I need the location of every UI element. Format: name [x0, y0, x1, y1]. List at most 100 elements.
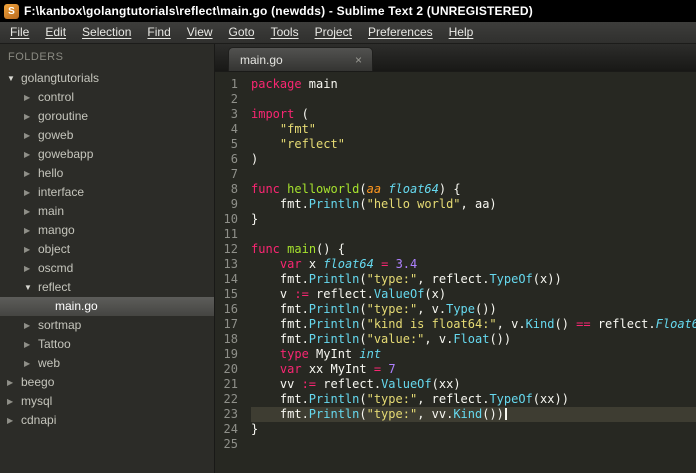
- code-line-1[interactable]: 1 package main: [215, 77, 696, 92]
- menu-file[interactable]: File: [2, 22, 37, 43]
- disclosure-open-icon[interactable]: ▼: [24, 278, 38, 297]
- titlebar[interactable]: S F:\kanbox\golangtutorials\reflect\main…: [0, 0, 696, 22]
- tab-close-icon[interactable]: ×: [353, 53, 364, 67]
- disclosure-closed-icon[interactable]: ▶: [24, 240, 38, 259]
- menu-view[interactable]: View: [179, 22, 221, 43]
- code-line-9[interactable]: 9 fmt.Println("hello world", aa): [215, 197, 696, 212]
- tree-item-label: goroutine: [38, 109, 89, 123]
- disclosure-closed-icon[interactable]: ▶: [24, 145, 38, 164]
- code-line-18[interactable]: 18 fmt.Println("value:", v.Float()): [215, 332, 696, 347]
- disclosure-closed-icon[interactable]: ▶: [24, 354, 38, 373]
- line-number: 22: [223, 392, 238, 406]
- disclosure-open-icon[interactable]: ▼: [7, 69, 21, 88]
- code-line-15[interactable]: 15 v := reflect.ValueOf(x): [215, 287, 696, 302]
- tree-item-oscmd[interactable]: ▶ oscmd: [0, 259, 214, 278]
- tree-item-goroutine[interactable]: ▶ goroutine: [0, 107, 214, 126]
- tree-item-label: beego: [21, 375, 55, 389]
- code-line-11[interactable]: 11: [215, 227, 696, 242]
- tree-item-label: control: [38, 90, 75, 104]
- tree-item-hello[interactable]: ▶ hello: [0, 164, 214, 183]
- line-number: 18: [223, 332, 238, 346]
- disclosure-closed-icon[interactable]: ▶: [7, 392, 21, 411]
- tree-item-beego[interactable]: ▶ beego: [0, 373, 214, 392]
- code-line-12[interactable]: 12 func main() {: [215, 242, 696, 257]
- menu-find[interactable]: Find: [139, 22, 178, 43]
- tree-item-label: main: [38, 204, 65, 218]
- tree-item-main[interactable]: ▶ main: [0, 202, 214, 221]
- code-line-10[interactable]: 10}: [215, 212, 696, 227]
- tree-item-label: Tattoo: [38, 337, 71, 351]
- tree-item-golangtutorials[interactable]: ▼ golangtutorials: [0, 69, 214, 88]
- disclosure-closed-icon[interactable]: ▶: [24, 202, 38, 221]
- tree-item-label: cdnapi: [21, 413, 57, 427]
- tree-item-label: golangtutorials: [21, 71, 100, 85]
- code-text: var x float64 = 3.4: [279, 257, 418, 271]
- code-line-5[interactable]: 5 "reflect": [215, 137, 696, 152]
- line-number: 25: [223, 437, 238, 451]
- menubar: File Edit Selection Find View Goto Tools Projec…: [0, 22, 696, 44]
- code-line-4[interactable]: 4 "fmt": [215, 122, 696, 137]
- tree-item-mysql[interactable]: ▶ mysql: [0, 392, 214, 411]
- tree-item-cdnapi[interactable]: ▶ cdnapi: [0, 411, 214, 430]
- code-line-13[interactable]: 13 var x float64 = 3.4: [215, 257, 696, 272]
- disclosure-closed-icon[interactable]: ▶: [24, 107, 38, 126]
- code-line-25[interactable]: 25: [215, 437, 696, 452]
- disclosure-closed-icon[interactable]: ▶: [7, 373, 21, 392]
- code-line-24[interactable]: 24}: [215, 422, 696, 437]
- code-line-20[interactable]: 20 var xx MyInt = 7: [215, 362, 696, 377]
- disclosure-closed-icon[interactable]: ▶: [7, 411, 21, 430]
- code-line-14[interactable]: 14 fmt.Println("type:", reflect.TypeOf(x…: [215, 272, 696, 287]
- tree-item-main.go[interactable]: main.go: [0, 297, 214, 316]
- tree-item-control[interactable]: ▶ control: [0, 88, 214, 107]
- menu-help[interactable]: Help: [441, 22, 482, 43]
- menu-goto[interactable]: Goto: [221, 22, 263, 43]
- code-line-3[interactable]: 3 import (: [215, 107, 696, 122]
- code-line-7[interactable]: 7: [215, 167, 696, 182]
- code-editor[interactable]: 1 package main 2 3 import (4 "fmt" 5 "reflect…: [215, 72, 696, 473]
- folders-header: FOLDERS: [8, 51, 64, 63]
- disclosure-closed-icon[interactable]: ▶: [24, 316, 38, 335]
- code-line-21[interactable]: 21 vv := reflect.ValueOf(xx): [215, 377, 696, 392]
- sublime-text-window: S F:\kanbox\golangtutorials\reflect\main…: [0, 0, 696, 473]
- tree-item-goweb[interactable]: ▶ goweb: [0, 126, 214, 145]
- line-number: 3: [230, 107, 238, 121]
- menu-edit[interactable]: Edit: [37, 22, 74, 43]
- tab-label: main.go: [240, 52, 283, 67]
- code-text: func helloworld(aa float64) {: [251, 182, 461, 196]
- menu-tools[interactable]: Tools: [263, 22, 307, 43]
- tree-item-gowebapp[interactable]: ▶ gowebapp: [0, 145, 214, 164]
- disclosure-closed-icon[interactable]: ▶: [24, 164, 38, 183]
- disclosure-closed-icon[interactable]: ▶: [24, 259, 38, 278]
- code-line-17[interactable]: 17 fmt.Println("kind is float64:", v.Kin…: [215, 317, 696, 332]
- tree-item-object[interactable]: ▶ object: [0, 240, 214, 259]
- tree-item-web[interactable]: ▶ web: [0, 354, 214, 373]
- disclosure-closed-icon[interactable]: ▶: [24, 126, 38, 145]
- tree-item-label: hello: [38, 166, 64, 180]
- tree-item-reflect[interactable]: ▼ reflect: [0, 278, 214, 297]
- code-line-19[interactable]: 19 type MyInt int: [215, 347, 696, 362]
- tree-item-sortmap[interactable]: ▶ sortmap: [0, 316, 214, 335]
- sublime-text-icon[interactable]: S: [4, 3, 19, 19]
- disclosure-closed-icon[interactable]: ▶: [24, 88, 38, 107]
- tab-main-go[interactable]: main.go ×: [228, 47, 373, 71]
- menu-project[interactable]: Project: [307, 22, 360, 43]
- disclosure-closed-icon[interactable]: ▶: [24, 335, 38, 354]
- code-line-16[interactable]: 16 fmt.Println("type:", v.Type()): [215, 302, 696, 317]
- line-number: 13: [223, 257, 238, 271]
- disclosure-closed-icon[interactable]: ▶: [24, 183, 38, 202]
- tree-item-Tattoo[interactable]: ▶ Tattoo: [0, 335, 214, 354]
- menu-preferences[interactable]: Preferences: [360, 22, 441, 43]
- code-line-23[interactable]: 23 fmt.Println("type:", vv.Kind()): [215, 407, 696, 422]
- code-line-6[interactable]: 6): [215, 152, 696, 167]
- editor-pane: main.go × 1 package main 2 3 import (4 "fmt"…: [215, 44, 696, 473]
- disclosure-closed-icon[interactable]: ▶: [24, 221, 38, 240]
- menu-selection[interactable]: Selection: [74, 22, 139, 43]
- code-line-2[interactable]: 2: [215, 92, 696, 107]
- code-line-22[interactable]: 22 fmt.Println("type:", reflect.TypeOf(x…: [215, 392, 696, 407]
- tree-item-interface[interactable]: ▶ interface: [0, 183, 214, 202]
- line-number: 14: [223, 272, 238, 286]
- code-line-8[interactable]: 8 func helloworld(aa float64) {: [215, 182, 696, 197]
- tree-item-mango[interactable]: ▶ mango: [0, 221, 214, 240]
